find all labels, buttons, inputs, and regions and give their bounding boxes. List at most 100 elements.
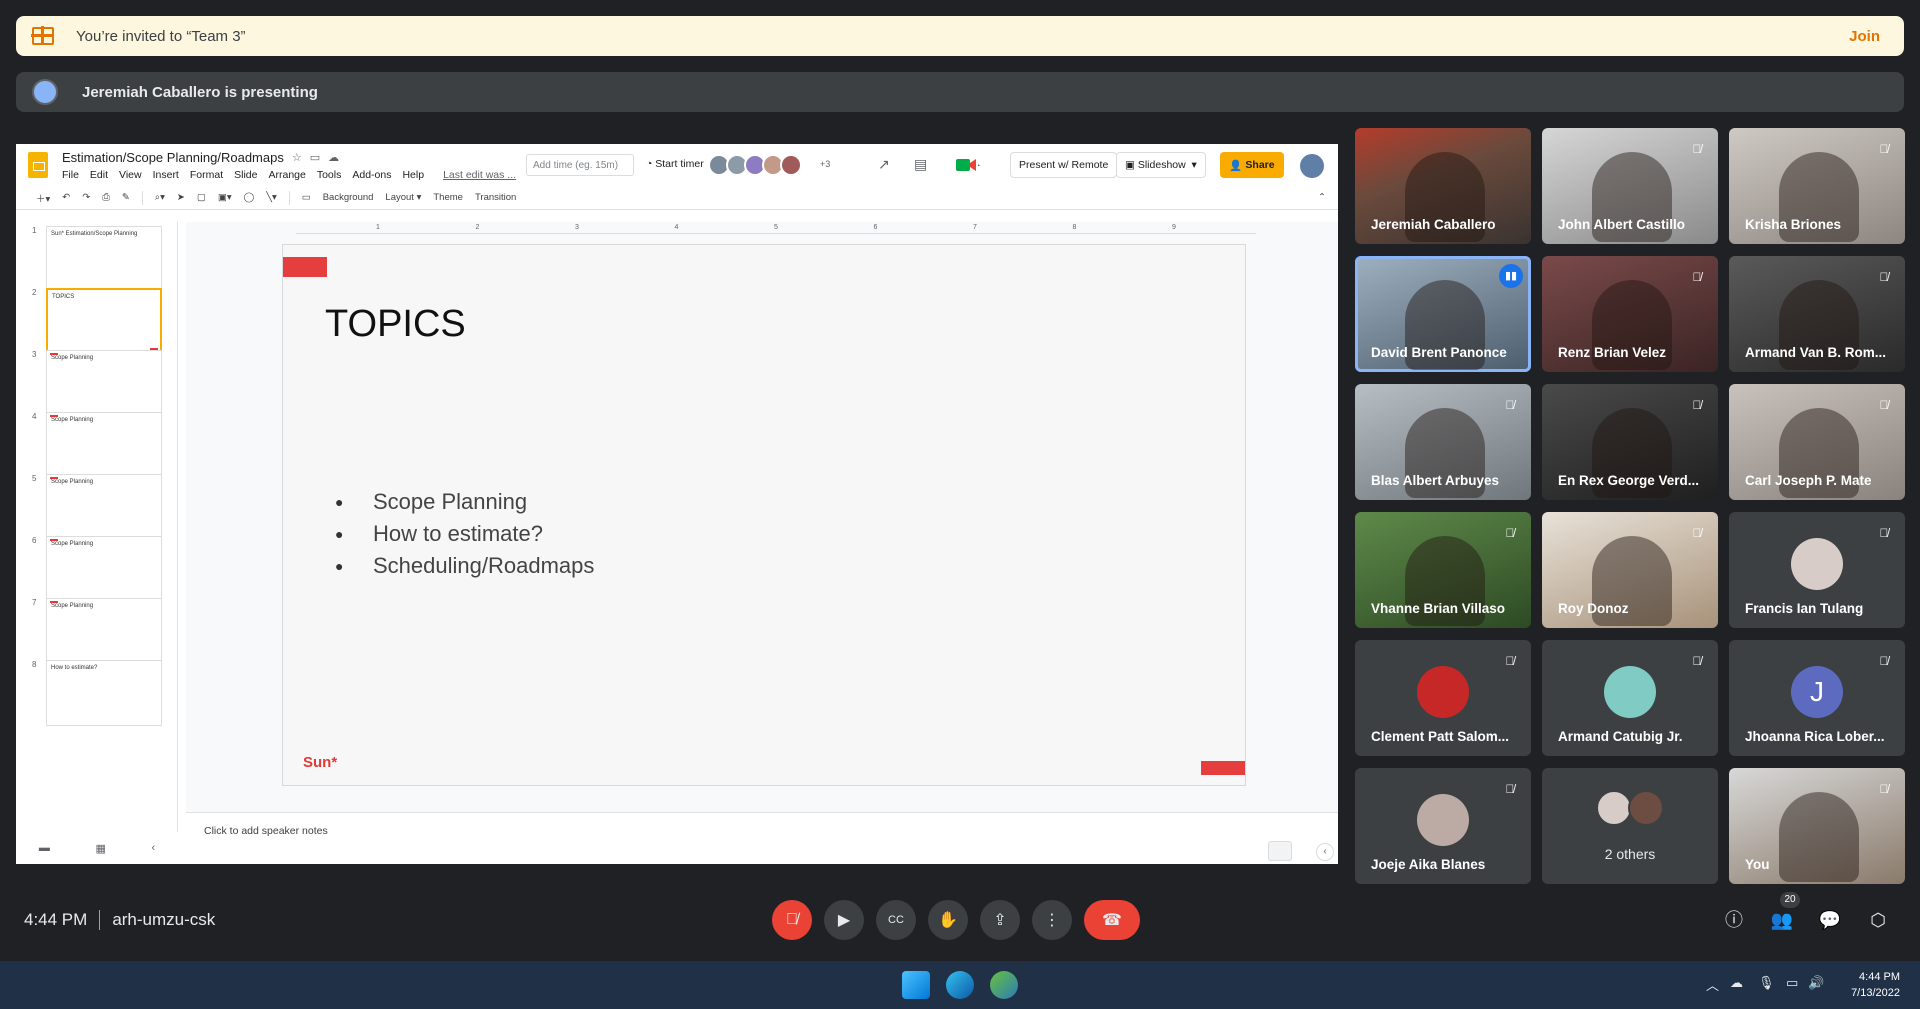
side-panel-toggle-icon[interactable]: ‹: [1316, 843, 1334, 861]
collapse-panel-icon[interactable]: ‹: [152, 842, 156, 854]
start-timer-button[interactable]: ◔ Start timer: [646, 158, 704, 170]
star-icon[interactable]: ☆: [292, 151, 302, 164]
camera-toggle-button[interactable]: ▶: [824, 900, 864, 940]
doc-title[interactable]: Estimation/Scope Planning/Roadmaps: [62, 150, 284, 165]
menu-arrange[interactable]: Arrange: [268, 169, 305, 181]
menu-slide[interactable]: Slide: [234, 169, 257, 181]
new-slide-icon[interactable]: ＋▾: [36, 191, 50, 205]
activity-trend-icon[interactable]: ↗: [878, 156, 890, 173]
volume-icon[interactable]: 🔊: [1808, 975, 1824, 991]
account-avatar[interactable]: [1300, 154, 1324, 178]
captions-button[interactable]: CC: [876, 900, 916, 940]
more-options-button[interactable]: ⋮: [1032, 900, 1072, 940]
slide-thumbnail[interactable]: Scope Planning: [46, 474, 162, 540]
menu-format[interactable]: Format: [190, 169, 223, 181]
participant-tile[interactable]: Jeremiah Caballero: [1355, 128, 1531, 244]
participant-tile[interactable]: 🎙̸ Renz Brian Velez: [1542, 256, 1718, 372]
move-icon[interactable]: ▭: [310, 151, 320, 164]
people-icon[interactable]: 👥: [1768, 906, 1796, 934]
activities-icon[interactable]: ⬡: [1864, 906, 1892, 934]
present-screen-button[interactable]: ⇪: [980, 900, 1020, 940]
add-note-icon[interactable]: [1268, 841, 1292, 861]
participant-tile[interactable]: 🎙̸ En Rex George Verd...: [1542, 384, 1718, 500]
microphone-icon[interactable]: 🎙: [1758, 975, 1775, 991]
participant-tile[interactable]: 🎙̸ Clement Patt Salom...: [1355, 640, 1531, 756]
more-collaborators-count[interactable]: +3: [820, 159, 830, 169]
edge-browser-icon[interactable]: [946, 971, 974, 999]
textbox-icon[interactable]: ▢: [197, 192, 206, 203]
join-button[interactable]: Join: [1849, 28, 1880, 45]
captions-icon: CC: [888, 914, 904, 926]
slide-thumbnail[interactable]: Scope Planning: [46, 598, 162, 664]
slide-thumbnail[interactable]: How to estimate?: [46, 660, 162, 726]
current-slide[interactable]: TOPICS Scope Planning How to estimate? S…: [282, 244, 1246, 786]
menu-addons[interactable]: Add-ons: [352, 169, 391, 181]
participant-tile[interactable]: 🎙̸ John Albert Castillo: [1542, 128, 1718, 244]
slide-thumbnail[interactable]: Scope Planning: [46, 350, 162, 416]
meeting-details-icon[interactable]: ⓘ: [1720, 906, 1748, 934]
chat-icon[interactable]: 💬: [1816, 906, 1844, 934]
system-clock[interactable]: 4:44 PM 7/13/2022: [1851, 969, 1900, 1001]
redo-icon[interactable]: ↷: [82, 192, 90, 203]
slide-thumbnail[interactable]: Scope Planning: [46, 536, 162, 602]
participant-tile[interactable]: 🎙̸ Armand Van B. Rom...: [1729, 256, 1905, 372]
participant-tile[interactable]: 🎙̸ Blas Albert Arbuyes: [1355, 384, 1531, 500]
edge-beta-icon[interactable]: [990, 971, 1018, 999]
slide-thumbnail-active[interactable]: TOPICS: [46, 288, 162, 354]
last-edit-link[interactable]: Last edit was ...: [443, 169, 516, 181]
windows-start-icon[interactable]: [902, 971, 930, 999]
menu-file[interactable]: File: [62, 169, 79, 181]
show-hidden-icons[interactable]: ︿: [1706, 975, 1719, 994]
paint-format-icon[interactable]: ✎: [122, 192, 130, 203]
onedrive-icon[interactable]: ☁: [1730, 975, 1743, 991]
background-button[interactable]: Background: [323, 192, 374, 203]
line-icon[interactable]: ╲▾: [266, 192, 277, 203]
participant-tile[interactable]: 🎙̸ Joeje Aika Blanes: [1355, 768, 1531, 884]
network-icon[interactable]: ▭: [1786, 975, 1798, 991]
list-view-icon[interactable]: ▬: [39, 842, 50, 854]
participant-tile[interactable]: 🎙̸ Armand Catubig Jr.: [1542, 640, 1718, 756]
slide-thumbnail[interactable]: Scope Planning: [46, 412, 162, 478]
thumb-number: 3: [32, 350, 37, 359]
participant-tile-speaking[interactable]: ▮▮ David Brent Panonce: [1355, 256, 1531, 372]
participant-tile[interactable]: 🎙̸ Francis Ian Tulang: [1729, 512, 1905, 628]
transition-button[interactable]: Transition: [475, 192, 516, 203]
meet-icon[interactable]: [954, 156, 982, 174]
print-icon[interactable]: ⎙: [102, 192, 110, 203]
menu-insert[interactable]: Insert: [153, 169, 179, 181]
mic-toggle-button[interactable]: 🎙̸: [772, 900, 812, 940]
participant-tile[interactable]: 🎙̸ Krisha Briones: [1729, 128, 1905, 244]
share-button[interactable]: 👤 Share: [1220, 152, 1284, 178]
image-icon[interactable]: ▣▾: [218, 192, 232, 203]
collapse-toolbar-icon[interactable]: ⌃: [1318, 192, 1326, 203]
participant-tile[interactable]: 🎙̸ Carl Joseph P. Mate: [1729, 384, 1905, 500]
others-tile[interactable]: 2 others: [1542, 768, 1718, 884]
speaker-notes-placeholder: Click to add speaker notes: [204, 825, 328, 837]
grid-view-icon[interactable]: ▦: [95, 842, 105, 855]
participant-tile[interactable]: 🎙̸ Vhanne Brian Villaso: [1355, 512, 1531, 628]
present-remote-button[interactable]: Present w/ Remote: [1010, 152, 1118, 178]
shape-icon[interactable]: ◯: [244, 192, 255, 203]
theme-button[interactable]: Theme: [433, 192, 463, 203]
participant-tile[interactable]: 🎙̸ Roy Donoz: [1542, 512, 1718, 628]
leave-call-button[interactable]: ☎: [1084, 900, 1140, 940]
layout-button[interactable]: Layout ▾: [385, 192, 421, 203]
slide-filmstrip[interactable]: 1 Sun* Estimation/Scope Planning 2 TOPIC…: [16, 222, 178, 832]
slideshow-button[interactable]: ▣ Slideshow ▾: [1116, 152, 1206, 178]
select-icon[interactable]: ➤: [177, 192, 185, 203]
slide-thumbnail[interactable]: Sun* Estimation/Scope Planning: [46, 226, 162, 292]
clock-date: 7/13/2022: [1851, 987, 1900, 999]
menu-help[interactable]: Help: [402, 169, 424, 181]
menu-view[interactable]: View: [119, 169, 142, 181]
comment-icon[interactable]: ▤: [914, 156, 927, 173]
raise-hand-button[interactable]: ✋: [928, 900, 968, 940]
menu-edit[interactable]: Edit: [90, 169, 108, 181]
comment-add-icon[interactable]: ▭: [302, 192, 311, 203]
undo-icon[interactable]: ↶: [62, 192, 70, 203]
add-time-input[interactable]: Add time (eg. 15m): [526, 154, 634, 176]
menu-tools[interactable]: Tools: [317, 169, 342, 181]
self-tile[interactable]: 🎙̸ You: [1729, 768, 1905, 884]
participant-tile[interactable]: J 🎙̸ Jhoanna Rica Lober...: [1729, 640, 1905, 756]
speaker-notes[interactable]: Click to add speaker notes ‹: [186, 812, 1338, 864]
zoom-icon[interactable]: ⌕▾: [155, 192, 165, 203]
